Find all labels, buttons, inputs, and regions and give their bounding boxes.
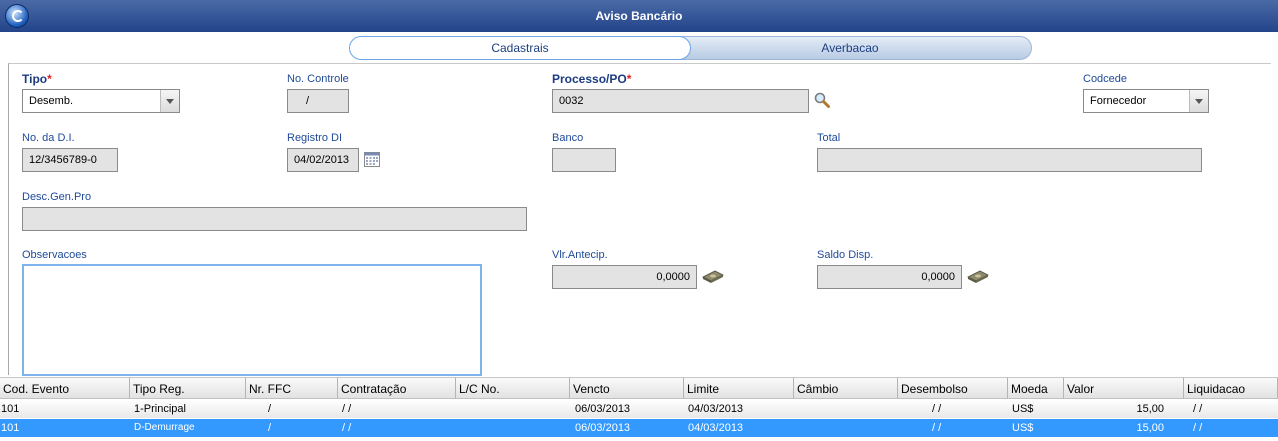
total-field[interactable]: [817, 148, 1202, 172]
tipo-select[interactable]: Desemb.: [22, 89, 180, 113]
table-cell: 04/03/2013: [688, 422, 744, 434]
banco-label: Banco: [552, 132, 584, 144]
table-cell: / /: [342, 403, 352, 415]
saldo-disp-field[interactable]: 0,0000: [817, 265, 962, 289]
codcede-label: Codcede: [1083, 73, 1128, 85]
table-cell: /: [268, 422, 272, 434]
table-row-selected[interactable]: 101 D-Demurrage / / / 06/03/2013 04/03/2…: [0, 419, 1278, 437]
table-cell: 15,00: [1136, 422, 1164, 434]
column-header[interactable]: Tipo Reg.: [130, 377, 246, 399]
codcede-select[interactable]: Fornecedor: [1083, 89, 1209, 113]
vlr-antecip-label: Vlr.Antecip.: [552, 249, 608, 261]
banco-field[interactable]: [552, 148, 616, 172]
desc-gen-pro-label: Desc.Gen.Pro: [22, 191, 92, 203]
table-cell: / /: [1193, 403, 1203, 415]
money-icon[interactable]: [966, 268, 990, 284]
column-header[interactable]: Valor: [1064, 377, 1184, 399]
column-header[interactable]: Moeda: [1008, 377, 1064, 399]
vlr-antecip-field[interactable]: 0,0000: [552, 265, 697, 289]
chevron-down-icon[interactable]: [1189, 90, 1208, 112]
observacoes-textarea[interactable]: [22, 264, 482, 376]
table-cell: / /: [932, 403, 942, 415]
column-header[interactable]: Desembolso: [898, 377, 1008, 399]
no-di-label: No. da D.I.: [22, 132, 75, 144]
registro-di-label: Registro DI: [287, 132, 343, 144]
column-header[interactable]: Nr. FFC: [246, 377, 338, 399]
table-cell: / /: [342, 422, 352, 434]
no-controle-field[interactable]: /: [287, 89, 349, 113]
money-icon[interactable]: [701, 268, 725, 284]
desc-gen-pro-field[interactable]: [22, 207, 527, 231]
processo-field[interactable]: 0032: [552, 89, 809, 113]
table-cell: 06/03/2013: [575, 422, 631, 434]
saldo-disp-label: Saldo Disp.: [817, 249, 874, 261]
table-cell: US$: [1012, 422, 1034, 434]
chevron-down-icon[interactable]: [160, 90, 179, 112]
tab-averbacao[interactable]: Averbacao: [668, 36, 1032, 60]
tab-cadastrais[interactable]: Cadastrais: [349, 36, 691, 60]
no-controle-label: No. Controle: [287, 73, 349, 85]
table-cell: 101: [1, 422, 20, 434]
column-header[interactable]: Limite: [684, 377, 794, 399]
column-header[interactable]: Câmbio: [794, 377, 898, 399]
registro-di-field[interactable]: 04/02/2013: [287, 148, 359, 172]
tab-bar: Averbacao Cadastrais: [0, 32, 1278, 60]
table-cell: 1-Principal: [134, 403, 186, 415]
events-table: Cod. Evento Tipo Reg. Nr. FFC Contrataçã…: [0, 377, 1278, 441]
processo-label: Processo/PO*: [552, 72, 632, 86]
table-row[interactable]: 101 1-Principal / / / 06/03/2013 04/03/2…: [0, 400, 1278, 418]
column-header[interactable]: L/C No.: [456, 377, 570, 399]
tipo-label: Tipo*: [22, 72, 52, 86]
column-header[interactable]: Contratação: [338, 377, 456, 399]
table-cell: /: [268, 403, 272, 415]
column-header[interactable]: Vencto: [570, 377, 684, 399]
table-cell: 15,00: [1136, 403, 1164, 415]
no-di-field[interactable]: 12/3456789-0: [22, 148, 118, 172]
calendar-icon[interactable]: [364, 152, 380, 167]
search-icon[interactable]: [813, 91, 831, 109]
table-cell: 101: [1, 403, 20, 415]
table-cell: D-Demurrage: [134, 422, 195, 433]
table-cell: / /: [932, 422, 942, 434]
table-cell: US$: [1012, 403, 1034, 415]
column-header[interactable]: Liquidacao: [1184, 377, 1278, 399]
table-cell: 04/03/2013: [688, 403, 744, 415]
window-title: Aviso Bancário: [595, 9, 683, 23]
table-cell: / /: [1193, 422, 1203, 434]
title-bar: Aviso Bancário: [0, 0, 1278, 32]
observacoes-label: Observacoes: [22, 249, 87, 261]
total-label: Total: [817, 132, 841, 144]
column-header[interactable]: Cod. Evento: [0, 377, 130, 399]
table-cell: 06/03/2013: [575, 403, 631, 415]
